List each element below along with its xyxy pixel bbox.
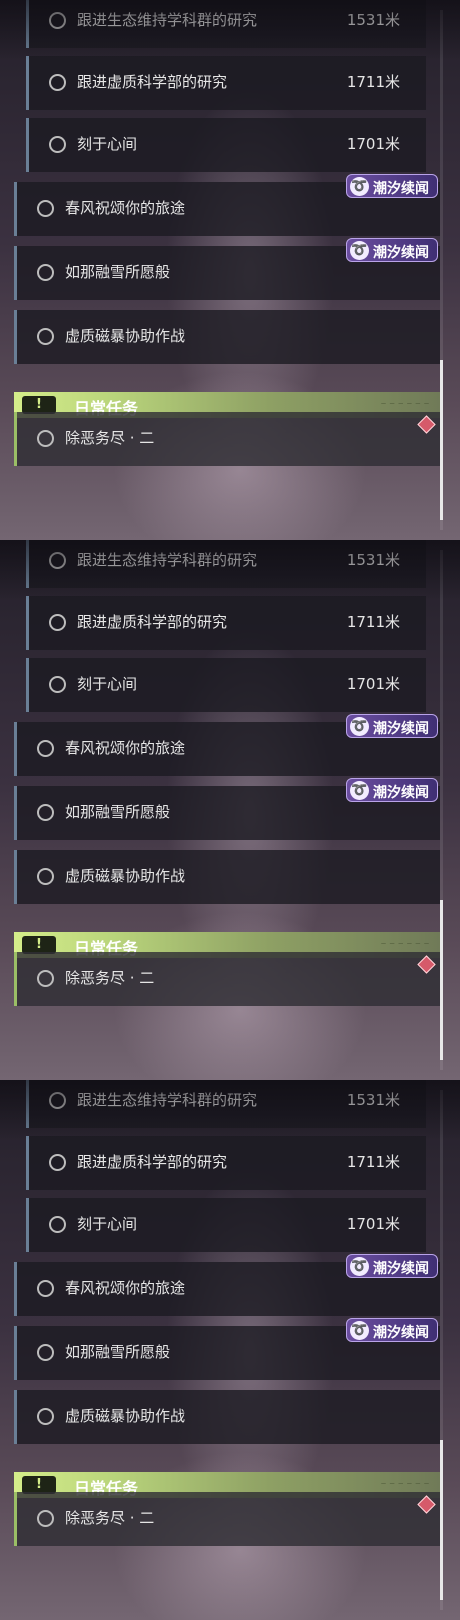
quest-label: 除恶务尽 · 二 <box>65 1509 155 1527</box>
quest-status-circle-icon <box>37 1280 54 1297</box>
quest-status-circle-icon <box>49 614 66 631</box>
quest-distance: 1701米 <box>346 675 400 693</box>
quest-status-circle-icon <box>49 1154 66 1171</box>
quest-item-ecology-research[interactable]: 跟进生态维持学科群的研究 1531米 <box>26 540 426 588</box>
quest-item-magnetic-storm[interactable]: 虚质磁暴协助作战 <box>14 1390 440 1444</box>
quest-label: 春风祝颂你的旅途 <box>65 739 186 757</box>
quest-label: 除恶务尽 · 二 <box>65 429 155 447</box>
quest-status-circle-icon <box>37 264 54 281</box>
quest-label: 跟进虚质科学部的研究 <box>77 73 228 91</box>
tide-continuation-badge: ➰ 潮汐续闻 <box>346 1318 438 1342</box>
quest-status-circle-icon <box>37 1344 54 1361</box>
tide-swirl-icon: ➰ <box>350 1257 369 1276</box>
quest-status-circle-icon <box>37 970 54 987</box>
quest-label: 如那融雪所愿般 <box>65 263 171 281</box>
quest-status-circle-icon <box>49 1216 66 1233</box>
tide-continuation-badge: ➰ 潮汐续闻 <box>346 174 438 198</box>
quest-item-engraved-in-heart[interactable]: 刻于心间 1701米 <box>26 1198 426 1252</box>
quest-item-daily-eradicate[interactable]: 除恶务尽 · 二 <box>14 412 440 466</box>
quest-status-circle-icon <box>37 804 54 821</box>
quest-distance: 1711米 <box>346 73 400 91</box>
badge-label: 潮汐续闻 <box>373 721 429 737</box>
quest-label: 如那融雪所愿般 <box>65 803 171 821</box>
quest-status-circle-icon <box>49 552 66 569</box>
quest-label: 刻于心间 <box>77 675 138 693</box>
quest-distance: 1701米 <box>346 1215 400 1233</box>
header-decoration: — — — — — — <box>381 1481 430 1487</box>
badge-label: 潮汐续闻 <box>373 1325 429 1341</box>
badge-label: 潮汐续闻 <box>373 785 429 801</box>
quest-label: 跟进生态维持学科群的研究 <box>77 1091 258 1109</box>
scrollbar[interactable] <box>440 10 443 530</box>
tide-continuation-badge: ➰ 潮汐续闻 <box>346 1254 438 1278</box>
quest-status-circle-icon <box>49 12 66 29</box>
tide-continuation-badge: ➰ 潮汐续闻 <box>346 238 438 262</box>
scrollbar[interactable] <box>440 1090 443 1610</box>
quest-item-ecology-research[interactable]: 跟进生态维持学科群的研究 1531米 <box>26 1080 426 1128</box>
quest-item-xuzhi-research[interactable]: 跟进虚质科学部的研究 1711米 <box>26 1136 426 1190</box>
quest-status-circle-icon <box>37 328 54 345</box>
tide-swirl-icon: ➰ <box>350 1321 369 1340</box>
scrollbar-thumb[interactable] <box>440 1440 443 1600</box>
quest-status-circle-icon <box>37 200 54 217</box>
scrollbar[interactable] <box>440 550 443 1070</box>
quest-status-circle-icon <box>37 1510 54 1527</box>
quest-distance: 1531米 <box>346 11 400 29</box>
quest-label: 虚质磁暴协助作战 <box>65 1407 186 1425</box>
quest-label: 虚质磁暴协助作战 <box>65 327 186 345</box>
quest-label: 除恶务尽 · 二 <box>65 969 155 987</box>
quest-label: 跟进虚质科学部的研究 <box>77 613 228 631</box>
tide-swirl-icon: ➰ <box>350 717 369 736</box>
scrollbar-thumb[interactable] <box>440 900 443 1060</box>
quest-label: 虚质磁暴协助作战 <box>65 867 186 885</box>
header-decoration: — — — — — — <box>381 941 430 947</box>
badge-label: 潮汐续闻 <box>373 181 429 197</box>
quest-label: 刻于心间 <box>77 1215 138 1233</box>
quest-item-xuzhi-research[interactable]: 跟进虚质科学部的研究 1711米 <box>26 56 426 110</box>
quest-status-circle-icon <box>37 868 54 885</box>
quest-status-circle-icon <box>49 136 66 153</box>
quest-label: 刻于心间 <box>77 135 138 153</box>
badge-label: 潮汐续闻 <box>373 245 429 261</box>
quest-distance: 1711米 <box>346 1153 400 1171</box>
quest-item-ecology-research[interactable]: 跟进生态维持学科群的研究 1531米 <box>26 0 426 48</box>
quest-distance: 1711米 <box>346 613 400 631</box>
quest-list-panel-1: 跟进生态维持学科群的研究 1531米 跟进虚质科学部的研究 1711米 刻于心间… <box>0 0 460 540</box>
quest-list-panel-2: 跟进生态维持学科群的研究 1531米 跟进虚质科学部的研究 1711米 刻于心间… <box>0 540 460 1080</box>
quest-status-circle-icon <box>49 676 66 693</box>
quest-status-circle-icon <box>37 430 54 447</box>
scrollbar-thumb[interactable] <box>440 360 443 520</box>
quest-item-magnetic-storm[interactable]: 虚质磁暴协助作战 <box>14 850 440 904</box>
tide-swirl-icon: ➰ <box>350 177 369 196</box>
tide-swirl-icon: ➰ <box>350 241 369 260</box>
quest-label: 如那融雪所愿般 <box>65 1343 171 1361</box>
badge-label: 潮汐续闻 <box>373 1261 429 1277</box>
quest-status-circle-icon <box>49 74 66 91</box>
quest-item-engraved-in-heart[interactable]: 刻于心间 1701米 <box>26 118 426 172</box>
quest-item-engraved-in-heart[interactable]: 刻于心间 1701米 <box>26 658 426 712</box>
quest-label: 春风祝颂你的旅途 <box>65 1279 186 1297</box>
tide-continuation-badge: ➰ 潮汐续闻 <box>346 778 438 802</box>
quest-distance: 1531米 <box>346 1091 400 1109</box>
quest-label: 跟进生态维持学科群的研究 <box>77 11 258 29</box>
quest-distance: 1531米 <box>346 551 400 569</box>
header-decoration: — — — — — — <box>381 401 430 407</box>
quest-list-panel-3: 跟进生态维持学科群的研究 1531米 跟进虚质科学部的研究 1711米 刻于心间… <box>0 1080 460 1620</box>
tide-swirl-icon: ➰ <box>350 781 369 800</box>
quest-item-daily-eradicate[interactable]: 除恶务尽 · 二 <box>14 952 440 1006</box>
quest-label: 春风祝颂你的旅途 <box>65 199 186 217</box>
tide-continuation-badge: ➰ 潮汐续闻 <box>346 714 438 738</box>
quest-label: 跟进虚质科学部的研究 <box>77 1153 228 1171</box>
quest-item-xuzhi-research[interactable]: 跟进虚质科学部的研究 1711米 <box>26 596 426 650</box>
quest-item-magnetic-storm[interactable]: 虚质磁暴协助作战 <box>14 310 440 364</box>
quest-label: 跟进生态维持学科群的研究 <box>77 551 258 569</box>
quest-status-circle-icon <box>49 1092 66 1109</box>
quest-status-circle-icon <box>37 1408 54 1425</box>
quest-item-daily-eradicate[interactable]: 除恶务尽 · 二 <box>14 1492 440 1546</box>
quest-status-circle-icon <box>37 740 54 757</box>
quest-distance: 1701米 <box>346 135 400 153</box>
